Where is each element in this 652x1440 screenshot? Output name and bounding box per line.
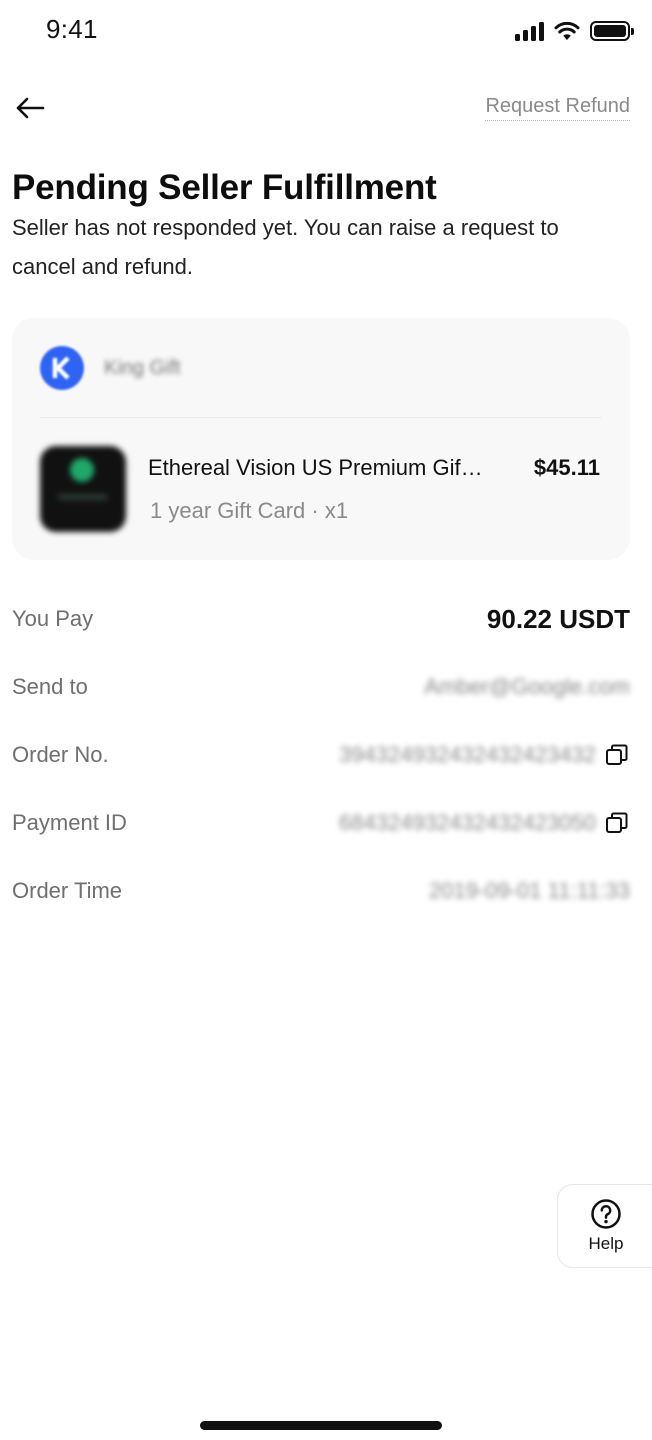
order-detail-screen: 9:41 Request Refund Pending Seller Fulfi…	[0, 0, 652, 1440]
wifi-icon	[554, 21, 580, 40]
cellular-signal-icon	[515, 21, 544, 41]
detail-value: 2019-09-01 11:11:33	[429, 878, 630, 904]
detail-label: Order Time	[12, 878, 123, 903]
seller-k-logo-icon	[40, 346, 84, 390]
status-time: 9:41	[46, 14, 98, 44]
order-details: You Pay 90.22 USDT Send to Amber@Google.…	[12, 585, 630, 925]
home-indicator	[200, 1421, 442, 1430]
detail-row-order-no: Order No. 394324932432432423432	[12, 721, 630, 789]
seller-row[interactable]: King Gift	[40, 345, 181, 391]
status-icons	[515, 18, 634, 44]
product-price: $45.11	[533, 455, 600, 480]
detail-value: Amber@Google.com	[424, 674, 630, 700]
arrow-left-icon	[16, 97, 45, 119]
order-time: 2019-09-01 11:11:33	[428, 878, 630, 903]
detail-row-order-time: Order Time 2019-09-01 11:11:33	[12, 857, 630, 925]
detail-value: 684324932432432423050	[339, 810, 630, 836]
payment-id[interactable]: 684324932432432423050	[339, 810, 596, 836]
battery-icon	[590, 21, 634, 41]
product-name: Ethereal Vision US Premium Gift Card	[148, 455, 488, 480]
detail-label: You Pay	[12, 606, 94, 631]
copy-payment-id-button[interactable]	[604, 810, 630, 836]
status-bar: 9:41	[0, 0, 652, 62]
detail-label: Payment ID	[12, 810, 127, 835]
back-button[interactable]	[10, 88, 50, 128]
page-title: Pending Seller Fulfillment	[12, 168, 437, 207]
request-refund-link[interactable]: Request Refund	[485, 95, 630, 121]
detail-value: 90.22 USDT	[486, 603, 630, 634]
order-card: King Gift Ethereal Vision US Premium Gif…	[12, 318, 630, 560]
question-circle-icon	[591, 1199, 621, 1229]
product-thumbnail	[40, 446, 126, 532]
card-divider	[40, 417, 602, 418]
seller-name: King Gift	[104, 356, 181, 379]
detail-value: 394324932432432423432	[339, 742, 630, 768]
help-label: Help	[588, 1234, 624, 1253]
product-meta: 1 year Gift Card · x1	[150, 498, 349, 523]
detail-label: Order No.	[12, 742, 109, 767]
order-number[interactable]: 394324932432432423432	[339, 742, 596, 768]
detail-row-send-to: Send to Amber@Google.com	[12, 653, 630, 721]
copy-order-no-button[interactable]	[604, 742, 630, 768]
detail-label: Send to	[12, 674, 88, 699]
detail-row-payment-id: Payment ID 684324932432432423050	[12, 789, 630, 857]
page-subtitle: Seller has not responded yet. You can ra…	[12, 215, 559, 279]
send-to-email: Amber@Google.com	[424, 674, 630, 699]
copy-icon	[606, 812, 628, 833]
detail-row-you-pay: You Pay 90.22 USDT	[12, 585, 630, 653]
copy-icon	[606, 744, 628, 765]
help-button[interactable]: Help	[557, 1184, 652, 1268]
